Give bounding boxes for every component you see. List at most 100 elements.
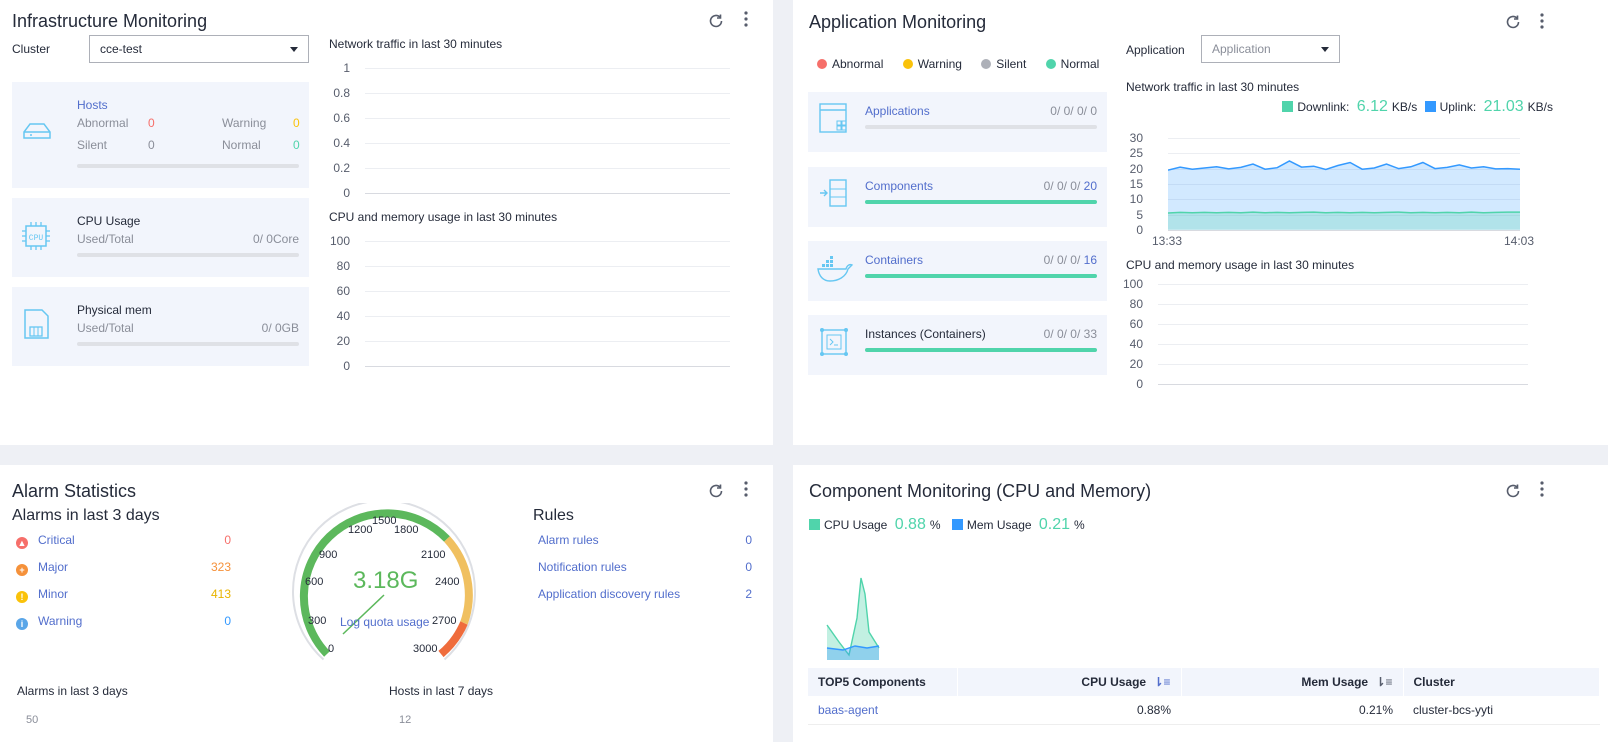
gauge-tick: 1200 — [348, 524, 373, 536]
col-mem-usage[interactable]: Mem Usage ⇂≡ — [1181, 668, 1404, 696]
severity-critical[interactable]: ▲ Critical 0 — [16, 533, 231, 560]
component-name-link[interactable]: baas-agent — [808, 696, 957, 725]
grid-line — [365, 68, 730, 69]
y-tick-label: 5 — [1136, 207, 1143, 222]
severity-list: ▲ Critical 0 + Major 323 ! Minor 413 i Warni… — [16, 533, 231, 641]
components-card: Components 0/ 0/ 0/ 20 — [808, 167, 1107, 227]
refresh-icon[interactable] — [1504, 13, 1522, 31]
y-tick-label: 0.8 — [333, 86, 350, 100]
mem-label: Physical mem — [77, 303, 152, 317]
cpu-label: CPU Usage — [77, 214, 141, 228]
severity-warning[interactable]: i Warning 0 — [16, 614, 231, 641]
applications-link[interactable]: Applications — [865, 104, 930, 118]
grid-line — [1158, 304, 1528, 305]
severity-value: 323 — [210, 560, 231, 574]
cluster-select[interactable]: cce-test — [89, 35, 309, 63]
alarms-chart-tick: 50 — [26, 714, 39, 726]
more-icon[interactable] — [1533, 12, 1551, 30]
application-select[interactable]: Application — [1201, 35, 1340, 63]
status-legend: Abnormal Warning Silent Normal — [817, 57, 1099, 71]
warning-value: 0 — [293, 116, 300, 130]
applications-progress — [865, 125, 1097, 129]
hosts-progress — [77, 164, 299, 168]
severity-label: Major — [38, 560, 69, 574]
containers-link[interactable]: Containers — [865, 253, 923, 267]
component-sparkline — [825, 570, 881, 663]
more-icon[interactable] — [737, 10, 755, 28]
legend-label: Normal — [1060, 57, 1100, 71]
y-tick-label: 25 — [1129, 146, 1143, 161]
col-cpu-usage[interactable]: CPU Usage ⇂≡ — [957, 668, 1182, 696]
rule-alarm[interactable]: Alarm rules 0 — [538, 533, 752, 560]
cpu-swatch — [809, 519, 820, 530]
uplink-swatch — [1424, 101, 1436, 112]
grid-line — [365, 193, 730, 194]
application-label: Application — [1126, 43, 1185, 57]
y-tick-label: 0 — [343, 359, 350, 373]
y-tick-label: 1 — [343, 61, 350, 75]
severity-label: Minor — [38, 587, 69, 601]
instances-card: Instances (Containers) 0/ 0/ 0/ 33 — [808, 315, 1107, 375]
rule-label: Application discovery rules — [538, 587, 681, 601]
series-area-downlink — [1168, 212, 1520, 230]
cpu-icon: CPU — [20, 220, 52, 255]
rule-app-discovery[interactable]: Application discovery rules 2 — [538, 587, 752, 614]
gauge-label[interactable]: Log quota usage — [340, 615, 429, 629]
sort-icon[interactable]: ⇂≡ — [1153, 675, 1170, 689]
refresh-icon[interactable] — [707, 12, 725, 30]
grid-line — [365, 341, 730, 342]
y-tick-label: 20 — [1129, 161, 1143, 176]
app-cpu-mem-title: CPU and memory usage in last 30 minutes — [1126, 258, 1355, 272]
hosts-link[interactable]: Hosts — [77, 98, 108, 112]
count-prefix: 0/ 0/ 0/ — [1043, 253, 1084, 267]
grid-line — [1158, 344, 1528, 345]
severity-label: Critical — [38, 533, 75, 547]
refresh-icon[interactable] — [707, 482, 725, 500]
panel-title: Component Monitoring (CPU and Memory) — [809, 481, 1152, 501]
legend-dot — [981, 59, 992, 69]
legend-dot — [1045, 59, 1056, 69]
exclamation-icon: ! — [16, 591, 28, 603]
legend-silent: Silent — [981, 57, 1026, 71]
grid-line — [365, 241, 730, 242]
uplink-value: 21.03 — [1483, 98, 1524, 115]
mem-swatch — [951, 519, 963, 530]
infra-network-title: Network traffic in last 30 minutes — [329, 37, 503, 51]
components-counts: 0/ 0/ 0/ 20 — [1044, 179, 1097, 193]
downlink-swatch — [1282, 101, 1294, 112]
gauge-tick: 600 — [305, 576, 324, 588]
log-quota-gauge: 3.18G Log quota usage 0 300 600 900 1200… — [288, 499, 480, 663]
severity-major[interactable]: + Major 323 — [16, 560, 231, 587]
terminal-icon — [818, 325, 850, 362]
app-network-chart: 30 25 20 15 10 5 0 13:33 14:03 — [1113, 128, 1543, 258]
traffic-legend: Downlink: 6.12 KB/s Uplink: 21.03 KB/s — [1282, 98, 1553, 116]
infra-cpu-mem-title: CPU and memory usage in last 30 minutes — [329, 210, 558, 224]
sort-icon[interactable]: ⇂≡ — [1375, 675, 1392, 689]
severity-value: 413 — [210, 587, 231, 601]
legend-label: Warning — [917, 57, 962, 71]
x-tick-label: 14:03 — [1504, 233, 1535, 248]
rule-notification[interactable]: Notification rules 0 — [538, 560, 752, 587]
cpu-value: 0/ 0Core — [252, 232, 299, 246]
grid-line — [365, 316, 730, 317]
mem-usage-value: 0.21 — [1038, 516, 1071, 533]
abnormal-label: Abnormal — [77, 116, 129, 130]
gauge-tick: 3000 — [413, 643, 438, 655]
more-icon[interactable] — [737, 480, 755, 498]
severity-minor[interactable]: ! Minor 413 — [16, 587, 231, 614]
more-icon[interactable] — [1533, 480, 1551, 498]
docker-icon — [816, 255, 854, 288]
refresh-icon[interactable] — [1504, 482, 1522, 500]
legend-abnormal: Abnormal — [817, 57, 883, 71]
legend-dot — [902, 59, 913, 69]
components-link[interactable]: Components — [865, 179, 933, 193]
grid-line — [1158, 364, 1528, 365]
cpu-sub: Used/Total — [77, 232, 134, 246]
table-row: baas-agent 0.88% 0.21% cluster-bcs-yyti — [808, 696, 1600, 725]
gauge-tick: 2400 — [435, 576, 460, 588]
infra-cpu-mem-chart: 100 80 60 40 20 0 — [320, 234, 740, 374]
components-icon — [818, 177, 850, 214]
silent-label: Silent — [77, 138, 108, 152]
instances-progress — [865, 348, 1097, 352]
y-tick-label: 60 — [1129, 317, 1143, 331]
